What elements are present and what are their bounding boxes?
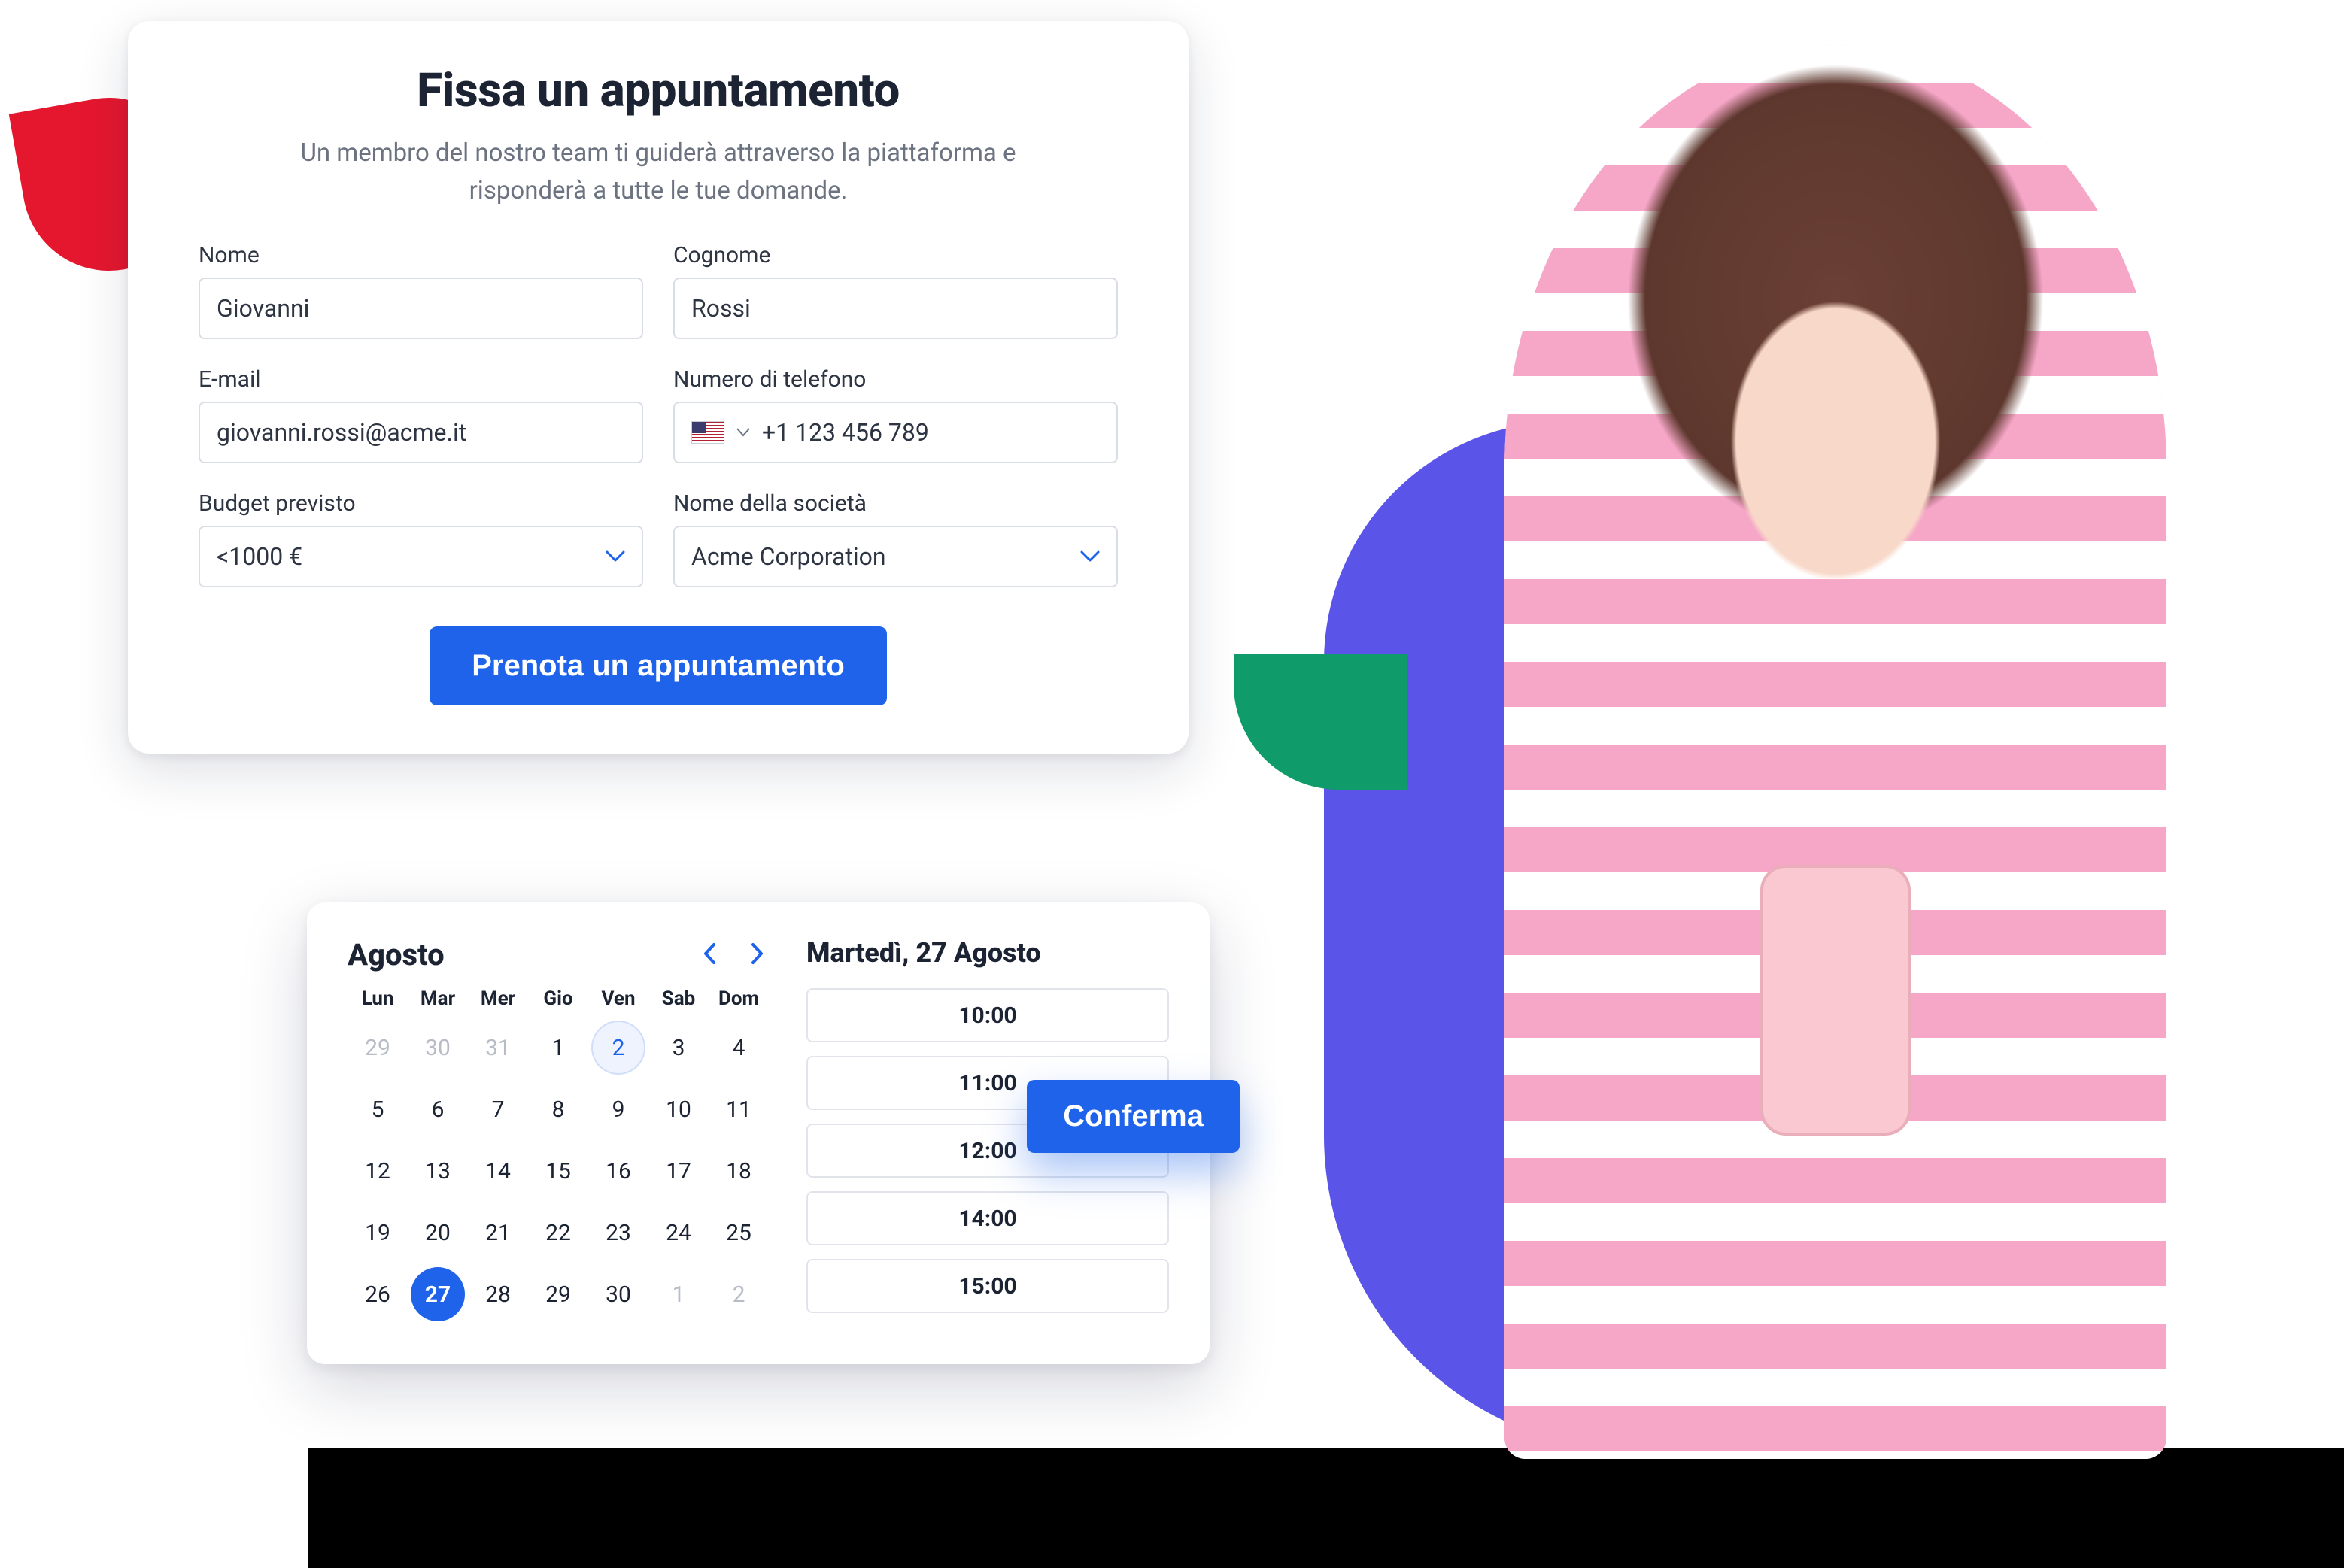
decorative-green-blob bbox=[1234, 654, 1407, 790]
calendar-day[interactable]: 9 bbox=[591, 1082, 645, 1136]
calendar-day[interactable]: 4 bbox=[712, 1021, 766, 1075]
input-email-value: giovanni.rossi@acme.it bbox=[217, 418, 466, 447]
calendar-day[interactable]: 1 bbox=[531, 1021, 585, 1075]
decorative-black-bar bbox=[308, 1448, 2344, 1568]
calendar-dow-label: Lun bbox=[348, 987, 408, 1010]
input-phone-value: +1 123 456 789 bbox=[762, 418, 929, 447]
calendar-day[interactable]: 16 bbox=[591, 1144, 645, 1198]
select-budget[interactable]: <1000 € bbox=[199, 526, 643, 587]
select-budget-value: <1000 € bbox=[217, 542, 302, 571]
person-illustration bbox=[1504, 45, 2166, 1459]
chevron-down-icon bbox=[606, 550, 625, 563]
label-company: Nome della società bbox=[673, 490, 1118, 517]
appointment-form-card: Fissa un appuntamento Un membro del nost… bbox=[128, 21, 1189, 754]
label-email: E-mail bbox=[199, 366, 643, 393]
calendar-dow-label: Gio bbox=[528, 987, 588, 1010]
calendar-left: Agosto LunMarMerGioVenSabDom 29303112 bbox=[348, 937, 769, 1327]
field-phone: Numero di telefono +1 123 456 789 bbox=[673, 366, 1118, 463]
calendar-day: 30 bbox=[411, 1021, 465, 1075]
calendar-day[interactable]: 17 bbox=[651, 1144, 706, 1198]
calendar-day[interactable]: 30 bbox=[591, 1267, 645, 1321]
input-phone[interactable]: +1 123 456 789 bbox=[673, 402, 1118, 463]
calendar-day[interactable]: 12 bbox=[351, 1144, 405, 1198]
calendar-day: 29 bbox=[351, 1021, 405, 1075]
calendar-dow-label: Sab bbox=[648, 987, 709, 1010]
calendar-day[interactable]: 27 bbox=[411, 1267, 465, 1321]
calendar-nav bbox=[698, 938, 769, 972]
field-budget: Budget previsto <1000 € bbox=[199, 490, 643, 587]
calendar-day[interactable]: 21 bbox=[471, 1206, 525, 1260]
next-month-button[interactable] bbox=[745, 938, 769, 972]
calendar-day[interactable]: 8 bbox=[531, 1082, 585, 1136]
phone-illustration bbox=[1760, 865, 1911, 1136]
calendar-day[interactable]: 23 bbox=[591, 1206, 645, 1260]
field-first-name: Nome Giovanni bbox=[199, 242, 643, 339]
calendar-day[interactable]: 2 bbox=[591, 1021, 645, 1075]
select-company[interactable]: Acme Corporation bbox=[673, 526, 1118, 587]
timeslots-panel: Martedì, 27 Agosto 10:0011:0012:0014:001… bbox=[806, 937, 1169, 1327]
calendar-day[interactable]: 6 bbox=[411, 1082, 465, 1136]
calendar-day: 2 bbox=[712, 1267, 766, 1321]
calendar-day[interactable]: 18 bbox=[712, 1144, 766, 1198]
calendar-day[interactable]: 28 bbox=[471, 1267, 525, 1321]
calendar-dow-label: Dom bbox=[709, 987, 769, 1010]
selected-date-label: Martedì, 27 Agosto bbox=[806, 937, 1169, 969]
calendar-dow-row: LunMarMerGioVenSabDom bbox=[348, 987, 769, 1010]
calendar-days-grid: 2930311234567891011121314151617181920212… bbox=[348, 1021, 769, 1321]
chevron-right-icon bbox=[749, 956, 764, 967]
chevron-down-icon bbox=[1080, 550, 1100, 563]
field-last-name: Cognome Rossi bbox=[673, 242, 1118, 339]
confirm-button[interactable]: Conferma bbox=[1027, 1080, 1240, 1153]
field-company: Nome della società Acme Corporation bbox=[673, 490, 1118, 587]
calendar-day[interactable]: 14 bbox=[471, 1144, 525, 1198]
form-subtitle: Un membro del nostro team ti guiderà att… bbox=[244, 135, 1072, 209]
calendar-day[interactable]: 15 bbox=[531, 1144, 585, 1198]
calendar-day: 31 bbox=[471, 1021, 525, 1075]
calendar-day[interactable]: 3 bbox=[651, 1021, 706, 1075]
calendar-day[interactable]: 19 bbox=[351, 1206, 405, 1260]
input-first-name-value: Giovanni bbox=[217, 294, 309, 323]
label-last-name: Cognome bbox=[673, 242, 1118, 268]
label-phone: Numero di telefono bbox=[673, 366, 1118, 393]
chevron-down-icon[interactable] bbox=[736, 428, 750, 437]
calendar-day[interactable]: 10 bbox=[651, 1082, 706, 1136]
calendar-dow-label: Mar bbox=[408, 987, 468, 1010]
calendar-day: 1 bbox=[651, 1267, 706, 1321]
form-title: Fissa un appuntamento bbox=[199, 63, 1118, 118]
input-last-name[interactable]: Rossi bbox=[673, 278, 1118, 339]
timeslot-option[interactable]: 14:00 bbox=[806, 1191, 1169, 1245]
select-company-value: Acme Corporation bbox=[691, 542, 886, 571]
calendar-day[interactable]: 25 bbox=[712, 1206, 766, 1260]
calendar-day[interactable]: 22 bbox=[531, 1206, 585, 1260]
prev-month-button[interactable] bbox=[698, 938, 722, 972]
input-email[interactable]: giovanni.rossi@acme.it bbox=[199, 402, 643, 463]
timeslot-option[interactable]: 10:00 bbox=[806, 988, 1169, 1042]
field-email: E-mail giovanni.rossi@acme.it bbox=[199, 366, 643, 463]
input-last-name-value: Rossi bbox=[691, 294, 751, 323]
calendar-month-label: Agosto bbox=[348, 937, 445, 972]
calendar-dow-label: Ven bbox=[588, 987, 648, 1010]
calendar-card: Agosto LunMarMerGioVenSabDom 29303112 bbox=[307, 902, 1210, 1364]
chevron-left-icon bbox=[703, 956, 718, 967]
calendar-day[interactable]: 20 bbox=[411, 1206, 465, 1260]
calendar-day[interactable]: 24 bbox=[651, 1206, 706, 1260]
label-budget: Budget previsto bbox=[199, 490, 643, 517]
calendar-day[interactable]: 11 bbox=[712, 1082, 766, 1136]
submit-button[interactable]: Prenota un appuntamento bbox=[430, 626, 887, 705]
calendar-day[interactable]: 26 bbox=[351, 1267, 405, 1321]
calendar-dow-label: Mer bbox=[468, 987, 528, 1010]
timeslot-option[interactable]: 15:00 bbox=[806, 1259, 1169, 1313]
calendar-day[interactable]: 13 bbox=[411, 1144, 465, 1198]
calendar-day[interactable]: 7 bbox=[471, 1082, 525, 1136]
calendar-day[interactable]: 29 bbox=[531, 1267, 585, 1321]
hero-photo bbox=[1504, 45, 2166, 1459]
calendar-day[interactable]: 5 bbox=[351, 1082, 405, 1136]
flag-us-icon[interactable] bbox=[691, 421, 724, 444]
input-first-name[interactable]: Giovanni bbox=[199, 278, 643, 339]
label-first-name: Nome bbox=[199, 242, 643, 268]
